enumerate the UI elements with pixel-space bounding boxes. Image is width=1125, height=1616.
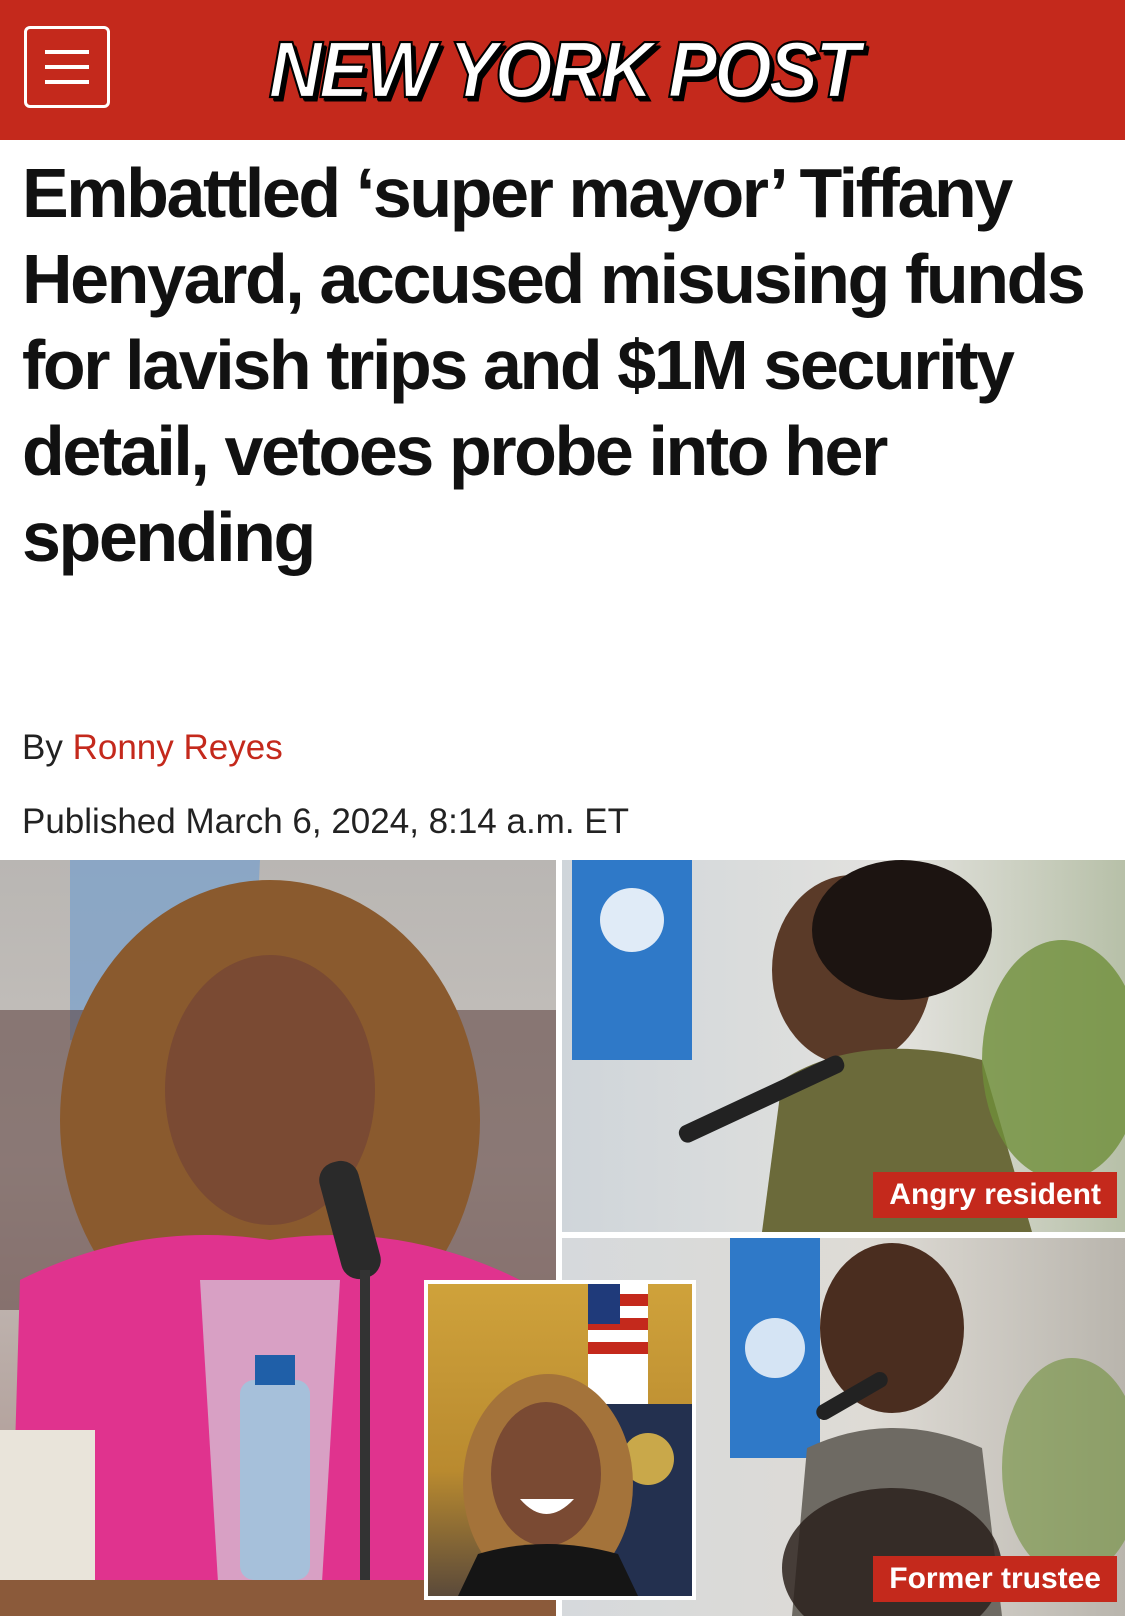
site-logo[interactable]: NEW YORK POST bbox=[268, 23, 862, 115]
menu-bar-2 bbox=[45, 65, 89, 69]
caption-former-trustee: Former trustee bbox=[873, 1556, 1117, 1602]
byline-prefix: By bbox=[22, 728, 63, 767]
menu-bar-3 bbox=[45, 80, 89, 84]
hamburger-menu-button[interactable] bbox=[24, 26, 110, 108]
inset-photo-illustration bbox=[458, 1284, 692, 1596]
author-link[interactable]: Ronny Reyes bbox=[73, 728, 283, 767]
article-headline: Embattled ‘super mayor’ Tiffany Henyard,… bbox=[22, 154, 1086, 576]
published-date: Published March 6, 2024, 8:14 a.m. ET bbox=[22, 802, 629, 841]
inset-photo[interactable] bbox=[424, 1280, 696, 1600]
caption-angry-resident: Angry resident bbox=[873, 1172, 1117, 1218]
logo-text: NEW YORK POST bbox=[268, 23, 862, 115]
byline: By Ronny Reyes bbox=[22, 728, 283, 768]
menu-bar-1 bbox=[45, 50, 89, 54]
site-header: NEW YORK POST bbox=[0, 0, 1125, 140]
